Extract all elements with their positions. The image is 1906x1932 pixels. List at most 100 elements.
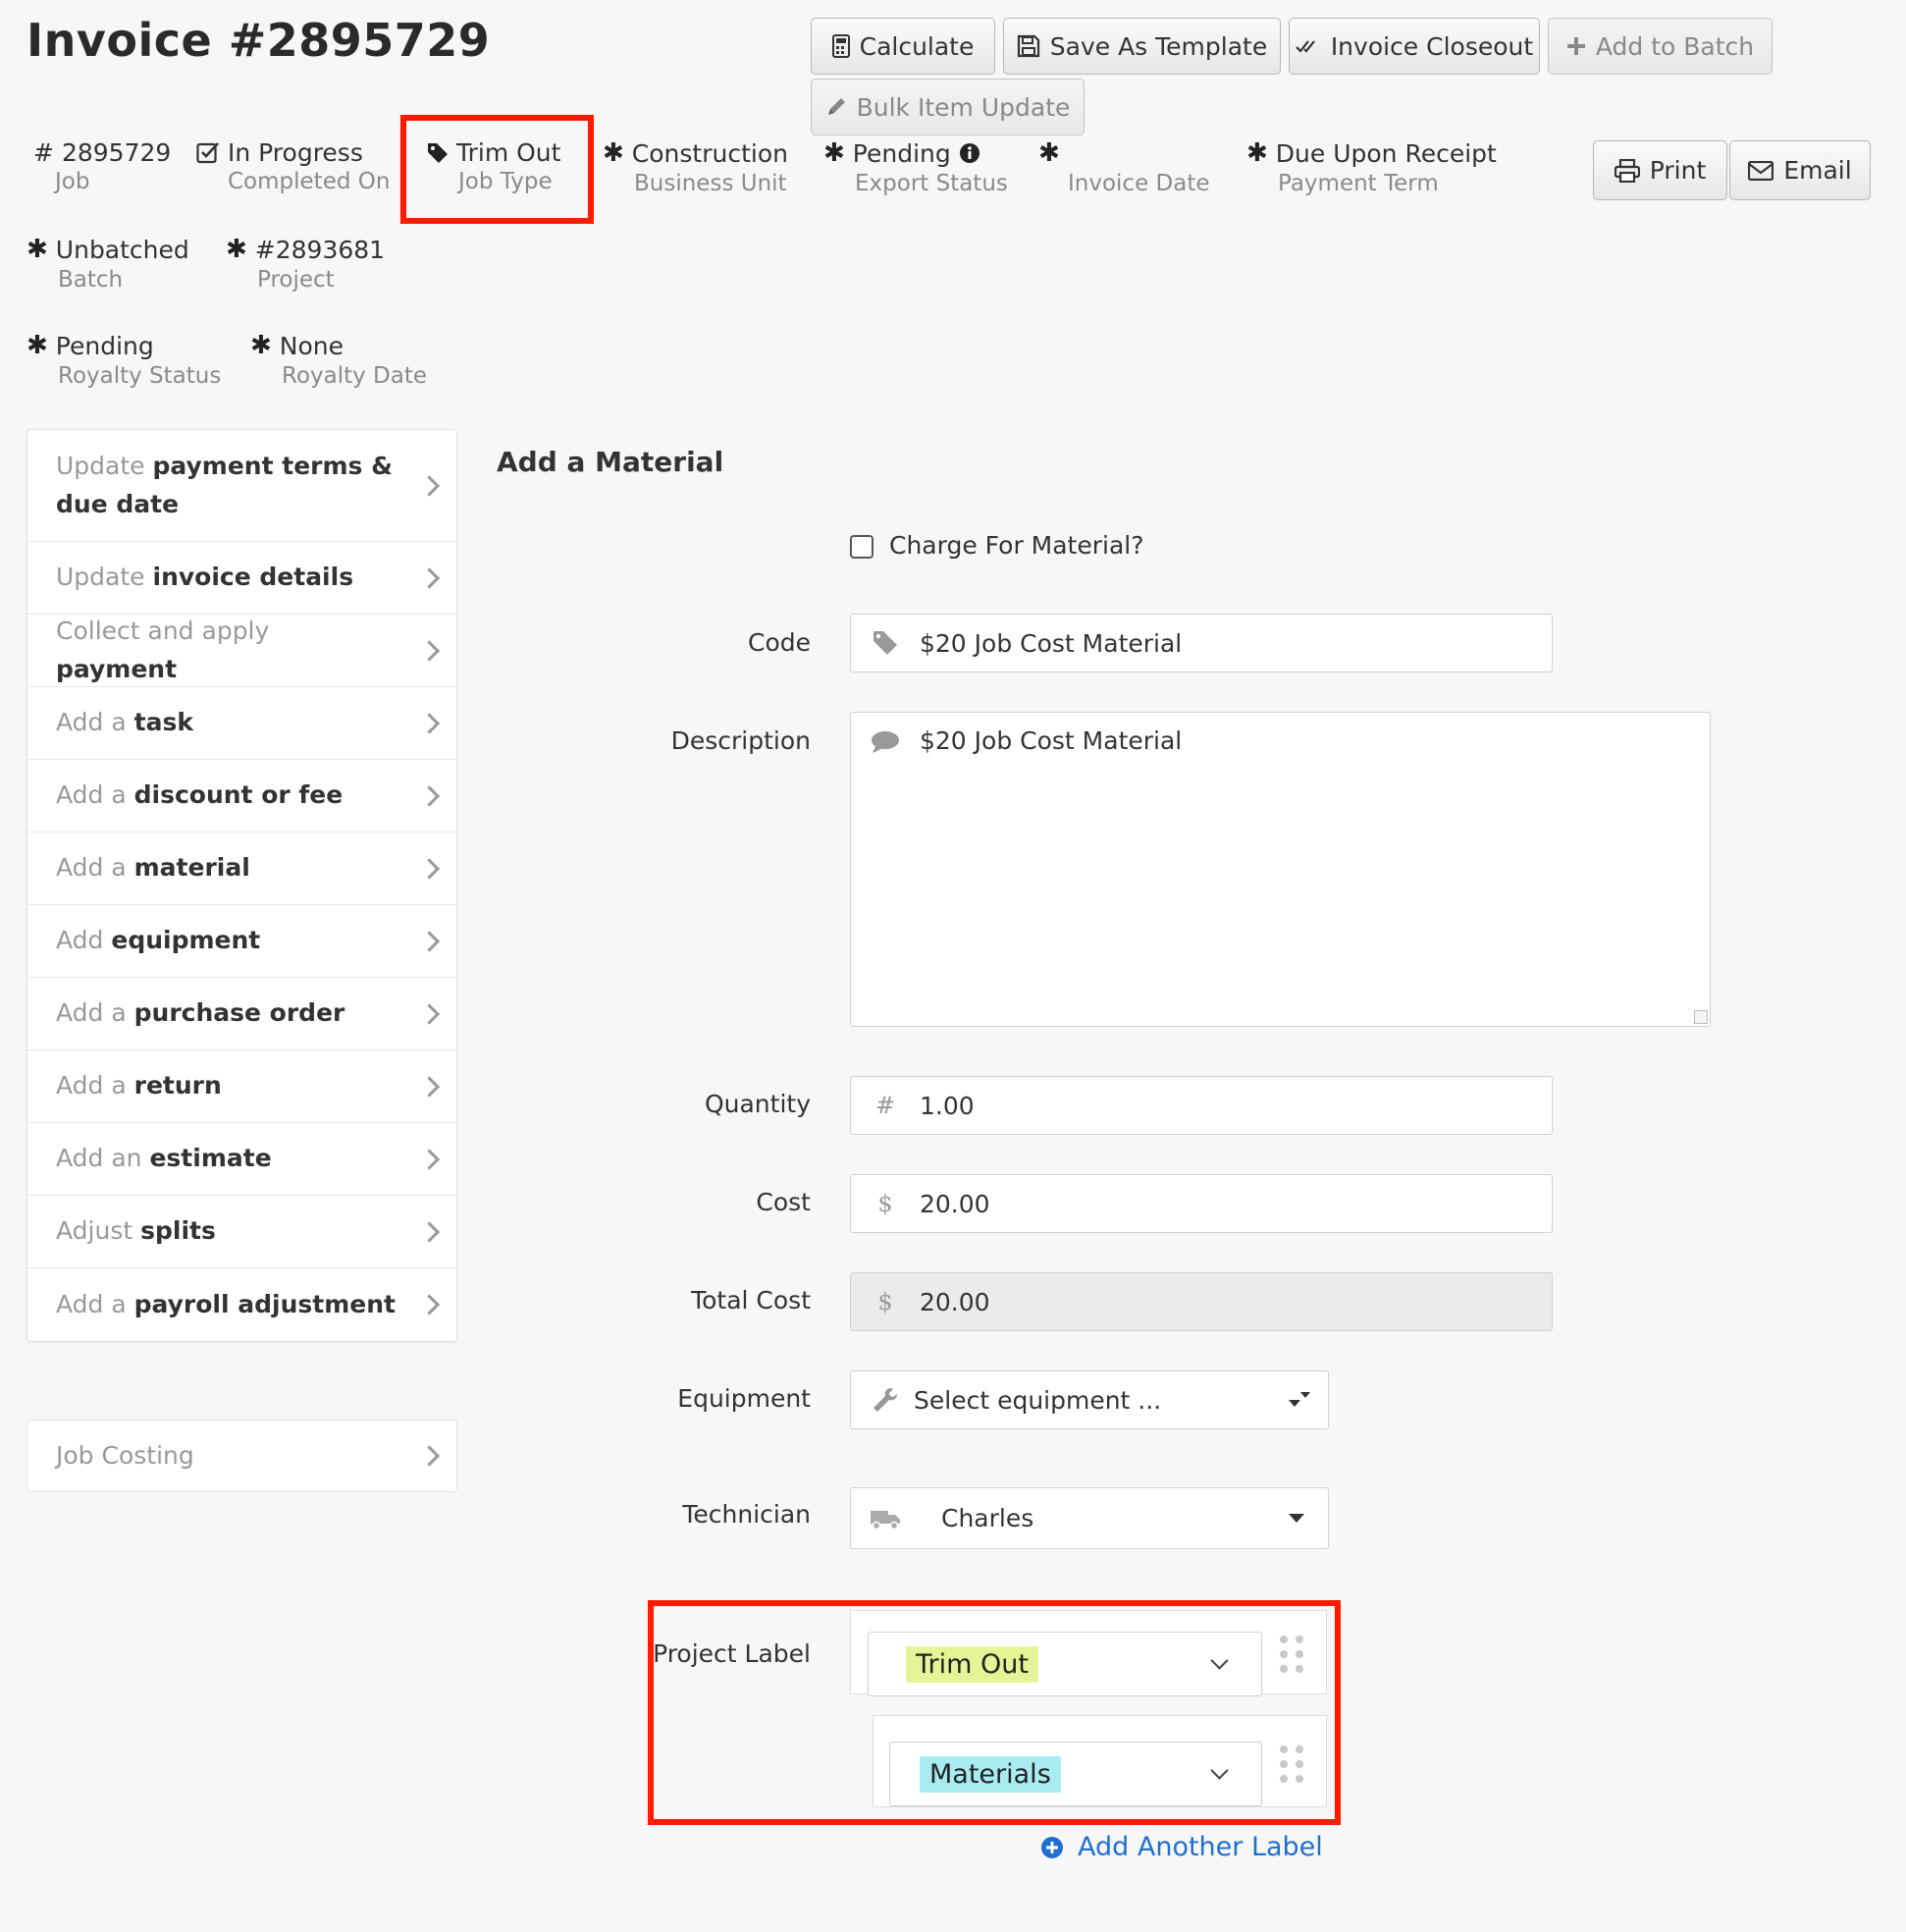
save-template-button[interactable]: Save As Template [1003,18,1281,75]
plus-icon [1566,36,1586,56]
asterisk-icon: ✱ [26,331,48,360]
asterisk-icon: ✱ [823,138,845,168]
meta-invoice-date[interactable]: ✱ Invoice Date [1038,137,1210,197]
menu-item-update-invoice-details[interactable]: Update invoice details [27,542,456,615]
quantity-input[interactable]: # 1.00 [850,1076,1553,1135]
calculate-button[interactable]: Calculate [811,18,995,75]
chevron-right-icon [418,1075,441,1098]
chevron-right-icon [418,1220,441,1243]
highlight-box-job-type [400,115,594,224]
hash-icon: # [874,1092,896,1119]
save-template-label: Save As Template [1049,31,1268,61]
chevron-right-icon [418,474,441,497]
meta-batch[interactable]: ✱ Unbatched Batch [26,234,189,294]
total-cost-input: $ 20.00 [850,1272,1553,1331]
menu-item-job-costing[interactable]: Job Costing [26,1420,457,1492]
wrench-icon [863,1386,908,1414]
menu-item-add-purchase-order[interactable]: Add a purchase order [27,978,456,1050]
select-arrow-icon [1287,1390,1312,1410]
meta-royalty-date[interactable]: ✱ None Royalty Date [250,330,427,390]
email-label: Email [1783,156,1852,185]
plus-circle-icon [1040,1836,1064,1859]
tag-icon [863,630,908,656]
asterisk-icon: ✱ [603,138,624,168]
resize-handle-icon[interactable] [1694,1010,1708,1024]
form-title: Add a Material [497,446,724,478]
description-textarea[interactable]: $20 Job Cost Material [850,712,1711,1027]
code-label: Code [747,628,811,657]
meta-payment-term[interactable]: ✱ Due Upon Receipt Payment Term [1246,137,1497,197]
meta-job[interactable]: #2895729 Job [33,137,171,196]
invoice-closeout-label: Invoice Closeout [1330,31,1534,61]
menu-item-payroll-adjustment[interactable]: Add a payroll adjustment [27,1268,456,1341]
add-to-batch-button[interactable]: Add to Batch [1548,18,1773,75]
menu-item-collect-payment[interactable]: Collect and apply payment [27,615,456,687]
meta-business-unit[interactable]: ✱ Construction Business Unit [603,137,788,197]
menu-item-update-payment-terms[interactable]: Update payment terms & due date [27,430,456,542]
calculator-icon [831,34,850,58]
menu-item-add-estimate[interactable]: Add an estimate [27,1123,456,1196]
hash-icon: # [33,138,54,167]
bulk-item-update-button[interactable]: Bulk Item Update [811,79,1085,135]
calculate-label: Calculate [859,31,975,61]
printer-icon [1614,158,1640,183]
chevron-right-icon [418,930,441,952]
email-button[interactable]: Email [1729,140,1871,200]
meta-project[interactable]: ✱ #2893681 Project [226,234,385,294]
menu-item-add-task[interactable]: Add a task [27,687,456,760]
total-cost-label: Total Cost [691,1286,811,1315]
cost-label: Cost [756,1188,811,1216]
caret-down-icon [1289,1514,1304,1523]
print-label: Print [1649,156,1707,185]
asterisk-icon: ✱ [26,235,48,264]
description-label: Description [670,726,811,755]
meta-export-status[interactable]: ✱ Pending Export Status [823,137,1008,197]
chevron-right-icon [418,784,441,807]
page-title: Invoice #2895729 [26,14,491,67]
bulk-item-update-label: Bulk Item Update [856,92,1071,122]
comment-icon [863,730,908,754]
asterisk-icon: ✱ [1246,138,1268,168]
cost-input[interactable]: $ 20.00 [850,1174,1553,1233]
chevron-right-icon [418,1445,441,1467]
double-check-icon [1296,38,1321,54]
chevron-right-icon [418,566,441,589]
meta-completed-on[interactable]: In Progress Completed On [196,137,390,196]
charge-material-checkbox[interactable] [850,535,874,559]
chevron-right-icon [418,712,441,734]
chevron-right-icon [418,1294,441,1315]
print-button[interactable]: Print [1593,140,1727,200]
menu-item-add-equipment[interactable]: Add equipment [27,905,456,978]
chevron-right-icon [418,857,441,880]
info-icon[interactable] [959,142,980,164]
checkbox-checked-icon [196,141,220,165]
action-menu: Update payment terms & due date Update i… [26,429,457,1342]
truck-icon [863,1507,908,1530]
meta-royalty-status[interactable]: ✱ Pending Royalty Status [26,330,221,390]
menu-item-add-material[interactable]: Add a material [27,832,456,905]
menu-item-add-discount[interactable]: Add a discount or fee [27,760,456,832]
envelope-icon [1748,160,1774,181]
invoice-closeout-button[interactable]: Invoice Closeout [1289,18,1540,75]
pencil-icon [825,96,847,118]
dollar-icon: $ [877,1288,893,1315]
technician-label: Technician [682,1500,811,1529]
equipment-label: Equipment [677,1384,811,1413]
add-to-batch-label: Add to Batch [1595,31,1755,61]
asterisk-icon: ✱ [250,331,272,360]
save-icon [1017,34,1040,58]
asterisk-icon: ✱ [226,235,247,264]
technician-select[interactable]: Charles [850,1487,1329,1549]
charge-material-label: Charge For Material? [889,531,1144,560]
add-another-label-link[interactable]: Add Another Label [1040,1832,1323,1862]
chevron-right-icon [418,1002,441,1025]
chevron-right-icon [418,1148,441,1170]
chevron-right-icon [418,639,441,662]
menu-item-add-return[interactable]: Add a return [27,1050,456,1123]
dollar-icon: $ [877,1190,893,1217]
code-input[interactable]: $20 Job Cost Material [850,614,1553,672]
asterisk-icon: ✱ [1038,138,1060,168]
equipment-select[interactable]: Select equipment ... [850,1370,1329,1429]
menu-item-adjust-splits[interactable]: Adjust splits [27,1196,456,1268]
highlight-box-project-label [648,1600,1341,1825]
